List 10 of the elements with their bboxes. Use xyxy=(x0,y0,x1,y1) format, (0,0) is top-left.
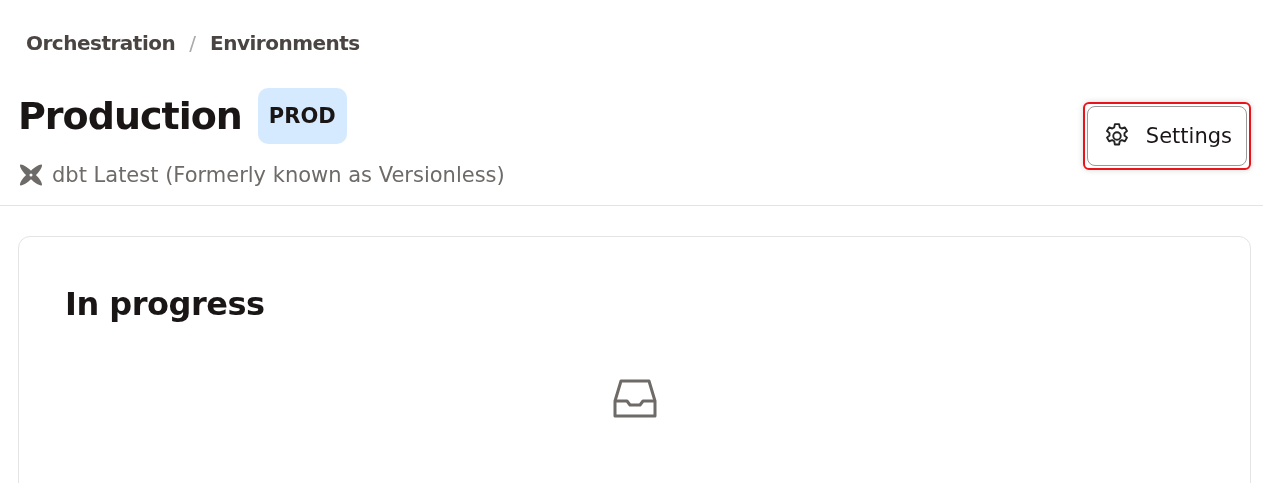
section-heading: In progress xyxy=(65,285,266,323)
page-title: Production xyxy=(18,94,242,138)
settings-button[interactable]: Settings xyxy=(1086,106,1247,166)
breadcrumb-link[interactable]: Orchestration xyxy=(26,31,176,55)
environment-badge: PROD xyxy=(257,88,347,144)
breadcrumb-link[interactable]: Environments xyxy=(210,31,360,55)
version-label: dbt Latest (Formerly known as Versionless) xyxy=(52,163,505,187)
inbox-tray-icon xyxy=(611,379,658,419)
dbt-logo-icon xyxy=(18,162,44,188)
breadcrumb-separator: / xyxy=(189,31,196,55)
